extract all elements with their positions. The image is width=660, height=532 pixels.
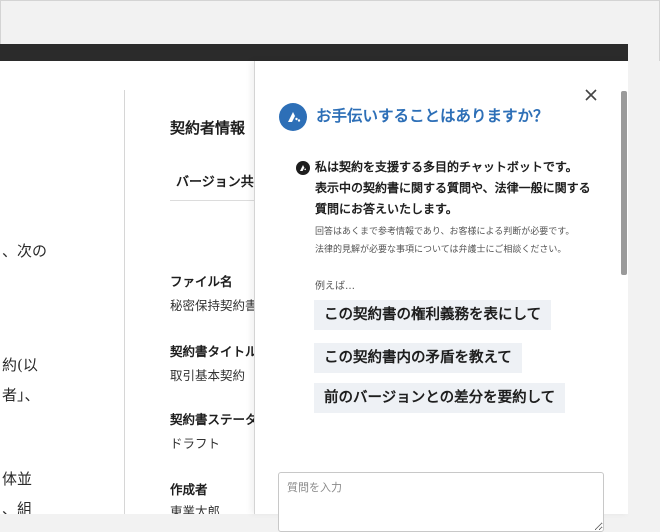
disclaimer-note: 回答はあくまで参考情報であり、お客様による判断が必要です。 法律的見解が必要な事… [315, 223, 615, 259]
close-button[interactable] [581, 85, 601, 105]
document-line: 体並 [2, 470, 33, 488]
contract-title-label: 契約書タイトル [170, 344, 258, 359]
document-line: 者」、 [2, 386, 40, 404]
note-line: 法律的見解が必要な事項については弁護士にご相談ください。 [315, 245, 567, 255]
intro-line: 表示中の契約書に関する質問や、法律一般に関する [315, 181, 591, 195]
question-input[interactable] [278, 472, 604, 532]
contract-title-value: 取引基本契約 [170, 368, 246, 383]
bot-avatar-icon [296, 161, 310, 175]
close-icon [585, 89, 597, 101]
background-margin [628, 61, 660, 514]
intro-line: 私は契約を支援する多目的チャットボットです。 [315, 160, 578, 174]
tab-version-share[interactable]: バージョン共 [170, 169, 260, 201]
chat-scrollbar[interactable] [621, 91, 627, 275]
contract-info-title: 契約者情報 [170, 119, 246, 137]
examples-label: 例えば… [315, 281, 355, 292]
intro-line: 質問にお答えいたします。 [315, 202, 458, 216]
contract-status-label: 契約書ステータス [170, 412, 260, 427]
document-page: 、次の 約(以 者」、 体並 、組 件取 [0, 90, 125, 514]
suggestion-contradictions[interactable]: この契約書内の矛盾を教えて [314, 343, 522, 373]
contract-status-value: ドラフト [170, 436, 221, 451]
chat-heading: お手伝いすることはありますか？ [316, 107, 549, 125]
assistant-logo-icon [279, 103, 307, 131]
suggestion-rights-table[interactable]: この契約書の権利義務を表にして [314, 300, 552, 330]
bot-intro-message: 私は契約を支援する多目的チャットボットです。 表示中の契約書に関する質問や、法律… [315, 157, 615, 220]
author-value: 東業太郎 [170, 504, 221, 514]
file-name-value: 秘密保持契約書 [170, 298, 258, 313]
document-line: 、次の [2, 242, 48, 260]
file-name-label: ファイル名 [170, 274, 233, 289]
document-line: 約(以 [2, 356, 38, 374]
document-line: 、組 [2, 500, 33, 514]
author-label: 作成者 [170, 482, 208, 497]
note-line: 回答はあくまで参考情報であり、お客様による判断が必要です。 [315, 227, 575, 237]
chat-assistant-panel: お手伝いすることはありますか？ 私は契約を支援する多目的チャットボットです。 表… [254, 61, 629, 532]
app-top-bar [0, 44, 628, 61]
contract-info-panel: 契約者情報 バージョン共 ファイル名 秘密保持契約書 契約書タイトル 取引基本契… [170, 61, 260, 514]
suggestion-version-diff[interactable]: 前のバージョンとの差分を要約して [314, 383, 566, 413]
